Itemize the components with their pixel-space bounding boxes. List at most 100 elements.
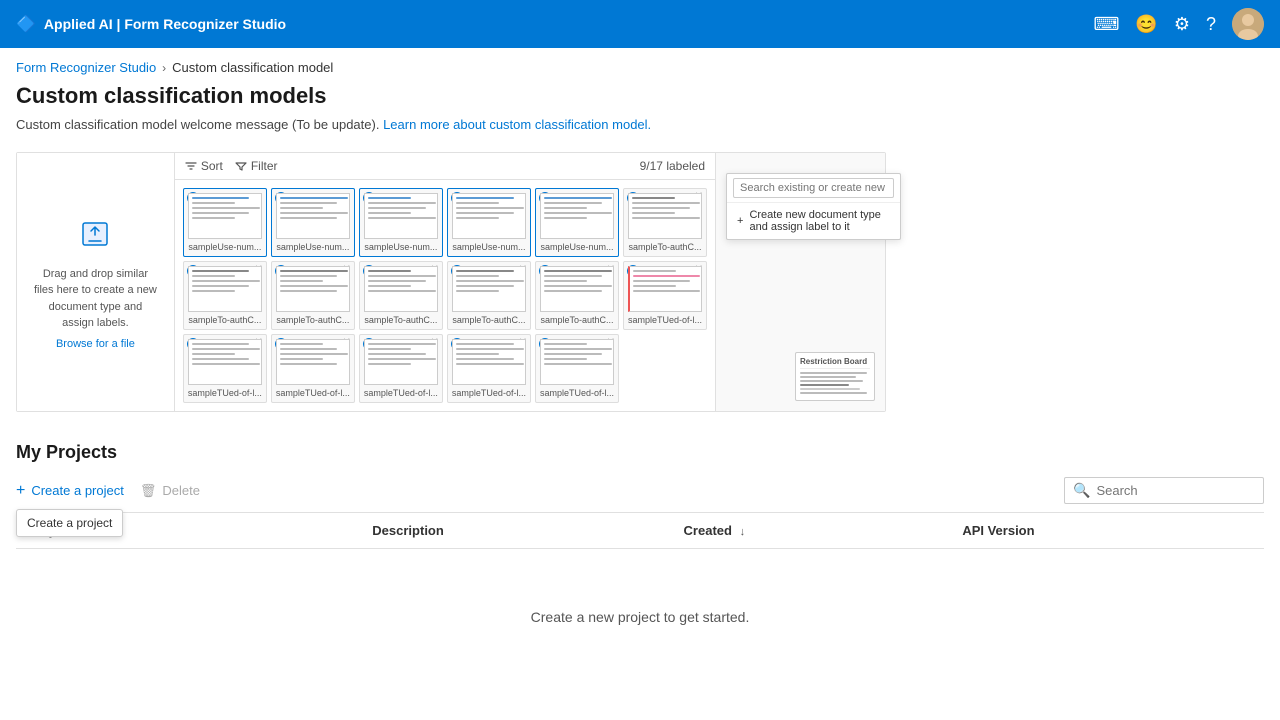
thumb-16 (452, 339, 526, 385)
thumb-10 (452, 266, 526, 312)
avatar[interactable] (1232, 8, 1264, 40)
delete-button[interactable]: 🗑 Delete (140, 479, 200, 503)
upload-icon (77, 215, 113, 258)
page-content: Custom classification models Custom clas… (0, 83, 1280, 412)
image-card-13[interactable]: ✕ sampleTUed-of-l... (183, 334, 267, 403)
image-card-8[interactable]: ✕ sampleTo-authC... (271, 261, 355, 330)
image-card-5[interactable]: sampleUse-num... (535, 188, 619, 257)
header-icons: ⌨ 😊 ⚙ ? (1093, 8, 1264, 40)
create-new-type-item[interactable]: + Create new document type and assign la… (727, 203, 900, 239)
breadcrumb-home[interactable]: Form Recognizer Studio (16, 60, 156, 75)
plus-icon: + (16, 483, 25, 499)
card-label-1: sampleUse-num... (188, 242, 262, 252)
thumb-17 (540, 339, 614, 385)
settings-icon[interactable]: ⚙ (1174, 14, 1190, 35)
search-input[interactable] (1096, 483, 1255, 498)
col-api-version[interactable]: API Version (950, 513, 1264, 549)
app-title: Applied AI | Form Recognizer Studio (44, 16, 286, 32)
image-card-6[interactable]: ✕ sampleTo-authC... (623, 188, 707, 257)
app-logo-icon: 🔷 (16, 14, 36, 34)
image-card-17[interactable]: ✕ sampleTUed-of-l... (535, 334, 619, 403)
keyboard-icon[interactable]: ⌨ (1093, 14, 1119, 35)
col-description[interactable]: Description (360, 513, 671, 549)
toolbar-left: + Create a project Create a project 🗑 De… (16, 479, 200, 503)
image-card-3[interactable]: sampleUse-num... (359, 188, 443, 257)
image-grid-panel: Sort Filter 9/17 labeled (175, 153, 715, 411)
projects-title: My Projects (16, 442, 1264, 463)
context-menu: + Create new document type and assign la… (726, 173, 901, 240)
help-icon[interactable]: ? (1206, 14, 1216, 35)
create-project-button[interactable]: + Create a project (16, 479, 124, 503)
card-label-8: sampleTo-authC... (276, 315, 350, 325)
delete-label: Delete (162, 483, 200, 498)
card-label-11: sampleTo-authC... (540, 315, 614, 325)
add-icon: + (737, 215, 743, 227)
label-line-5 (800, 388, 860, 390)
demo-preview-area: Drag and drop similar files here to crea… (16, 152, 886, 412)
image-card-9[interactable]: ✕ sampleTo-authC... (359, 261, 443, 330)
search-icon: 🔍 (1073, 482, 1090, 499)
thumb-12 (628, 266, 702, 312)
projects-table: Project name Description Created ↓ API V… (16, 512, 1264, 549)
card-label-10: sampleTo-authC... (452, 315, 526, 325)
breadcrumb: Form Recognizer Studio › Custom classifi… (0, 48, 1280, 83)
thumb-7 (188, 266, 262, 312)
page-description: Custom classification model welcome mess… (16, 117, 1264, 132)
learn-more-link[interactable]: Learn more about custom classification m… (383, 117, 651, 132)
card-label-5: sampleUse-num... (540, 242, 614, 252)
sort-btn[interactable]: Sort (185, 159, 223, 173)
table-header: Project name Description Created ↓ API V… (16, 513, 1264, 549)
label-line-6 (800, 392, 867, 394)
image-card-4[interactable]: sampleUse-num... (447, 188, 531, 257)
image-card-11[interactable]: ✕ sampleTo-authC... (535, 261, 619, 330)
card-label-9: sampleTo-authC... (364, 315, 438, 325)
empty-message: Create a new project to get started. (16, 549, 1264, 685)
card-label-4: sampleUse-num... (452, 242, 526, 252)
right-panel: + Create new document type and assign la… (715, 153, 885, 411)
thumb-4 (452, 193, 526, 239)
image-card-2[interactable]: sampleUse-num... (271, 188, 355, 257)
col-api-version-label: API Version (962, 523, 1034, 538)
labeled-count: 9/17 labeled (640, 159, 705, 173)
thumb-1 (188, 193, 262, 239)
card-label-2: sampleUse-num... (276, 242, 350, 252)
thumb-5 (540, 193, 614, 239)
image-card-10[interactable]: ✕ sampleTo-authC... (447, 261, 531, 330)
context-search-input[interactable] (733, 178, 894, 198)
col-created-label: Created (684, 523, 732, 538)
table-header-row: Project name Description Created ↓ API V… (16, 513, 1264, 549)
filter-btn[interactable]: Filter (235, 159, 278, 173)
col-description-label: Description (372, 523, 444, 538)
label-line-3 (800, 380, 863, 382)
image-card-15[interactable]: ✕ sampleTUed-of-l... (359, 334, 443, 403)
feedback-icon[interactable]: 😊 (1135, 14, 1157, 35)
thumb-2 (276, 193, 350, 239)
breadcrumb-separator: › (162, 61, 166, 75)
description-text: Custom classification model welcome mess… (16, 117, 379, 132)
thumb-15 (364, 339, 438, 385)
thumb-14 (276, 339, 350, 385)
card-label-17: sampleTUed-of-l... (540, 388, 614, 398)
card-label-6: sampleTo-authC... (628, 242, 702, 252)
image-card-1[interactable]: sampleUse-num... (183, 188, 267, 257)
create-project-label: Create a project (31, 483, 124, 498)
upload-panel: Drag and drop similar files here to crea… (17, 153, 175, 411)
image-card-7[interactable]: ✕ sampleTo-authC... (183, 261, 267, 330)
image-card-16[interactable]: ✕ sampleTUed-of-l... (447, 334, 531, 403)
label-line-4 (800, 384, 849, 386)
projects-section: My Projects + Create a project Create a … (0, 442, 1280, 685)
image-card-12[interactable]: ✕ sampleTUed-of-l... (623, 261, 707, 330)
image-card-14[interactable]: ✕ sampleTUed-of-l... (271, 334, 355, 403)
tooltip-text: Create a project (27, 516, 112, 530)
col-created[interactable]: Created ↓ (672, 513, 951, 549)
browse-link[interactable]: Browse for a file (56, 338, 135, 350)
card-label-3: sampleUse-num... (364, 242, 438, 252)
app-title-area: 🔷 Applied AI | Form Recognizer Studio (16, 14, 286, 34)
card-label-15: sampleTUed-of-l... (364, 388, 438, 398)
card-label-16: sampleTUed-of-l... (452, 388, 526, 398)
create-project-tooltip: Create a project (16, 509, 123, 537)
upload-text: Drag and drop similar files here to crea… (33, 266, 158, 332)
create-new-type-label: Create new document type and assign labe… (749, 209, 890, 233)
card-label-13: sampleTUed-of-l... (188, 388, 262, 398)
card-label-7: sampleTo-authC... (188, 315, 262, 325)
